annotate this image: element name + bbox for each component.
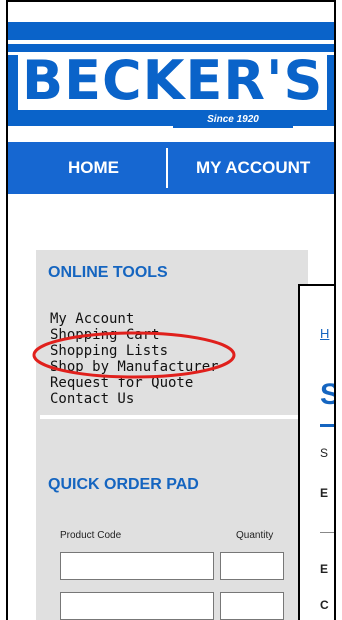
- product-code-label: Product Code: [60, 530, 122, 541]
- content-text: S: [320, 446, 329, 460]
- quick-order-title: QUICK ORDER PAD: [48, 476, 199, 493]
- page-frame: BECKER'S Since 1920 HOME MY ACCOUNT ONLI…: [6, 0, 336, 620]
- quantity-label: Quantity: [236, 530, 274, 541]
- page-heading: S: [320, 378, 334, 412]
- nav-home[interactable]: HOME: [68, 142, 119, 194]
- content-text: E: [320, 562, 329, 576]
- content-divider: [320, 532, 334, 533]
- online-tools-title: ONLINE TOOLS: [48, 264, 168, 281]
- breadcrumb[interactable]: H: [320, 326, 329, 341]
- highlight-ellipse: [32, 331, 236, 379]
- logo-stripe: [8, 40, 334, 44]
- quantity-input[interactable]: [220, 592, 284, 620]
- content-text: E: [320, 486, 329, 500]
- product-code-input[interactable]: [60, 552, 214, 580]
- panel-divider: [40, 415, 304, 419]
- quantity-input[interactable]: [220, 552, 284, 580]
- content-text: C: [320, 598, 329, 612]
- nav-my-account[interactable]: MY ACCOUNT: [196, 142, 310, 194]
- content-panel: H S S E E C: [298, 284, 334, 620]
- online-tools-panel: ONLINE TOOLS My Account Shopping Cart Sh…: [36, 250, 308, 620]
- product-code-input[interactable]: [60, 592, 214, 620]
- main-nav: HOME MY ACCOUNT: [8, 142, 334, 194]
- link-my-account[interactable]: My Account: [50, 311, 219, 327]
- logo-tagline: Since 1920: [173, 112, 293, 128]
- nav-separator: [166, 148, 168, 188]
- logo[interactable]: BECKER'S: [18, 52, 328, 110]
- heading-underline: [320, 424, 334, 427]
- link-contact-us[interactable]: Contact Us: [50, 391, 219, 407]
